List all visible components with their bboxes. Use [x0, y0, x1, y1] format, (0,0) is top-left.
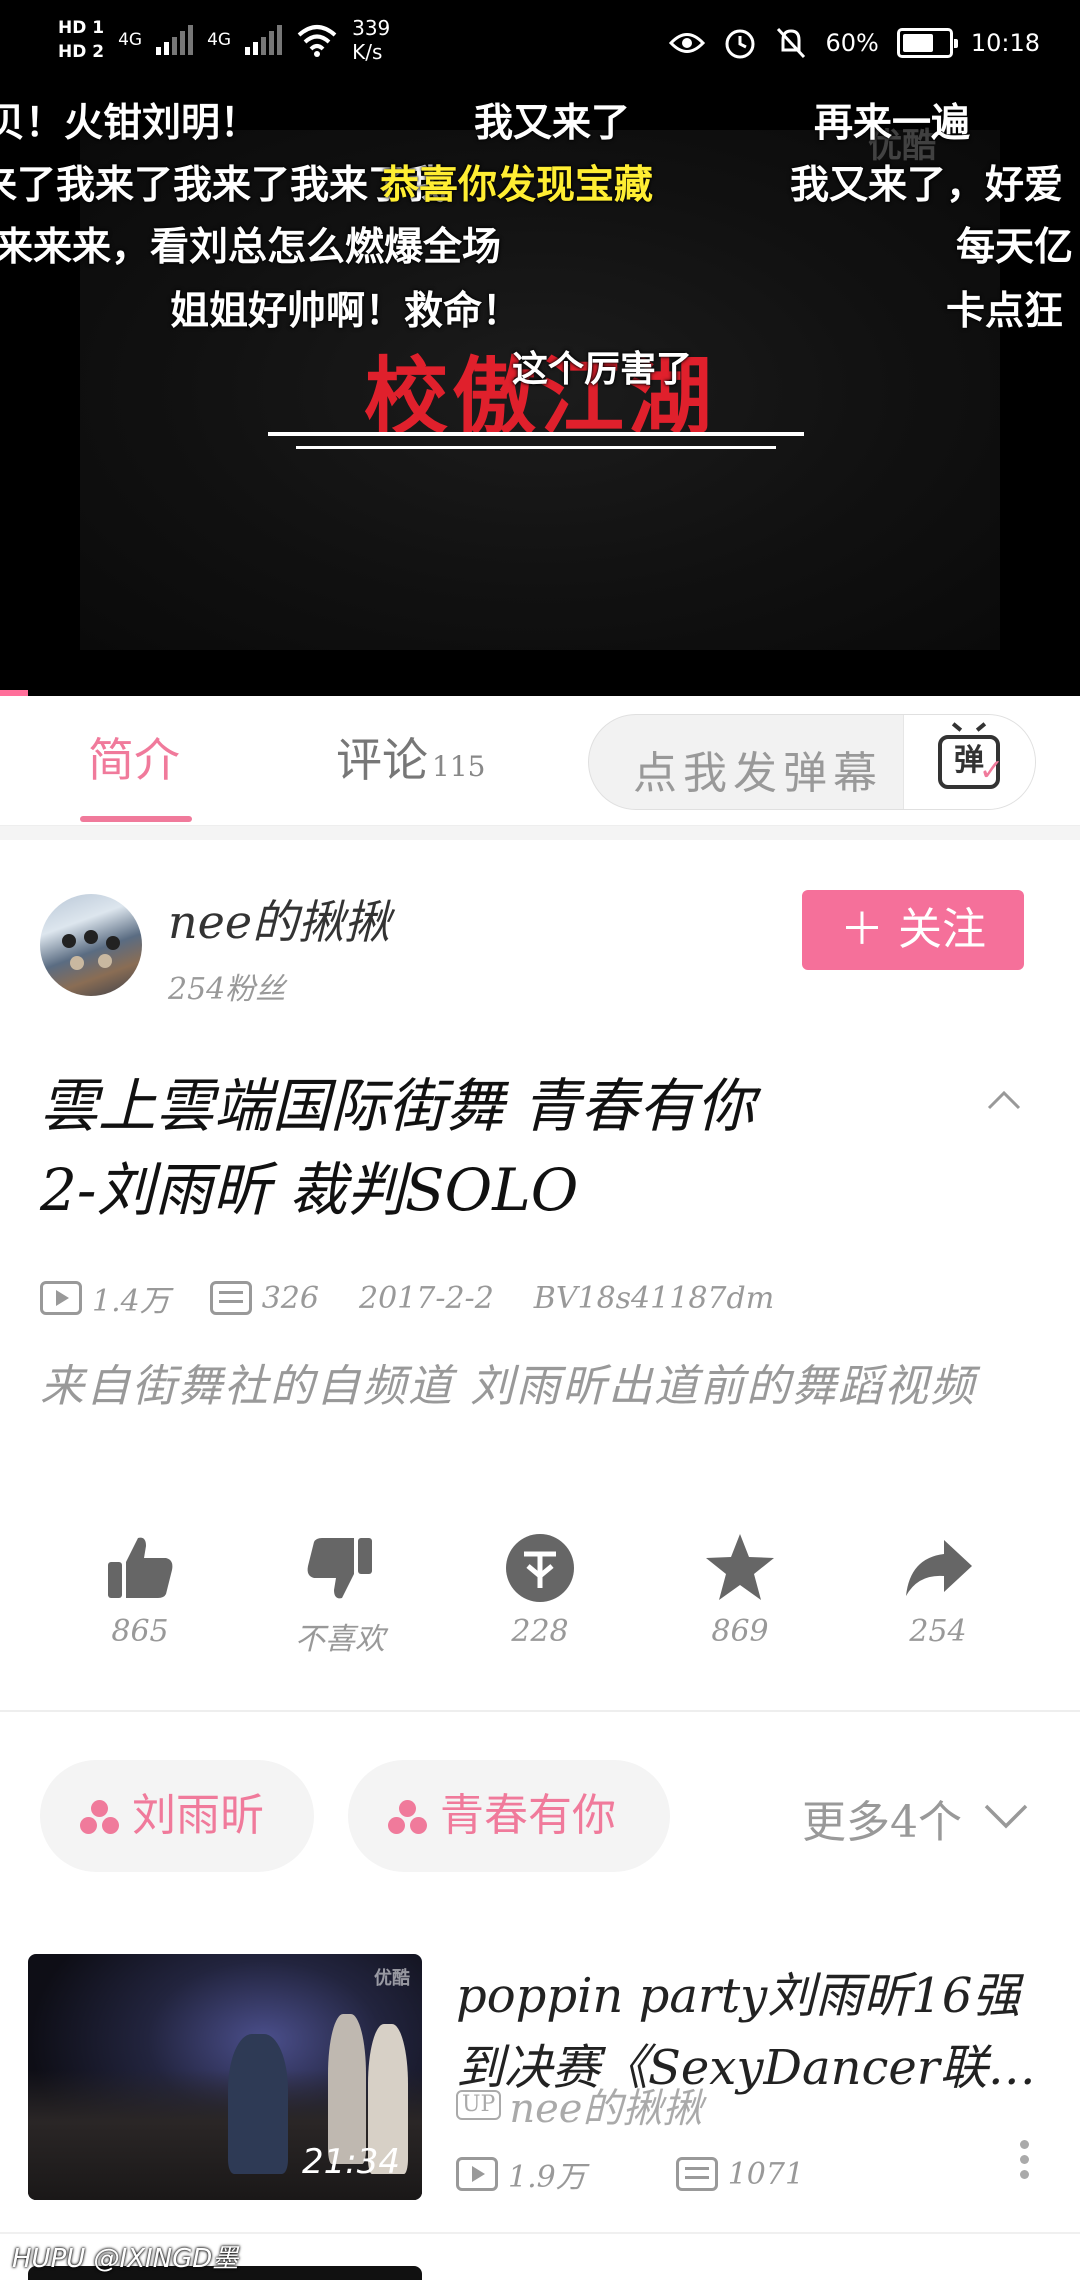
danmaku-input-placeholder: 点我发弹幕: [633, 748, 883, 799]
video-duration: 21:34: [302, 2142, 400, 2182]
coin-count: 228: [511, 1614, 569, 1649]
tag-label: 青春有你: [440, 1790, 616, 1841]
section-divider: [0, 826, 1080, 840]
section-divider: [0, 2232, 1080, 2234]
title-card-line: [296, 446, 776, 449]
uploader-name[interactable]: nee的揪揪: [168, 886, 390, 952]
tab-comments-label: 评论: [336, 733, 428, 787]
coin-button[interactable]: 228: [460, 1530, 620, 1649]
battery-icon: [896, 28, 958, 58]
danmaku-comment: 贝！火钳刘明！: [0, 101, 260, 146]
related-video-thumbnail[interactable]: 优酷 21:34: [28, 1954, 422, 2200]
tag-icon: [388, 1800, 428, 1834]
action-row: 865 不喜欢 228 869 254: [0, 1530, 1080, 1700]
tab-intro[interactable]: 简介: [88, 724, 180, 790]
video-player[interactable]: 优酷 校傲江湖 贝！火钳刘明！ 我又来了 再来一遍 来了我来了我来了我来了我 恭…: [0, 0, 1080, 696]
tag-label: 刘雨昕: [132, 1790, 264, 1841]
share-button[interactable]: 254: [858, 1530, 1018, 1649]
danmaku-comment: 恭喜你发现宝藏: [380, 163, 654, 208]
play-count-icon: [40, 1281, 82, 1315]
network-type: 4G: [118, 30, 143, 50]
related-danmaku-count: 1071: [727, 2156, 805, 2192]
more-options-icon[interactable]: [1020, 2140, 1032, 2188]
thumbs-down-icon: [307, 1538, 372, 1599]
uploader-fans: 254粉丝: [168, 972, 286, 1007]
thumbs-up-icon: [108, 1537, 173, 1598]
danmaku-comment: 再来一遍: [814, 101, 971, 146]
publish-date: 2017-2-2: [358, 1280, 494, 1316]
battery-percent: 60%: [825, 29, 879, 57]
bv-id: BV18s41187dm: [533, 1280, 775, 1316]
section-divider: [0, 1710, 1080, 1712]
video-description: 来自街舞社的自频道 刘雨昕出道前的舞蹈视频: [40, 1361, 976, 1412]
image-watermark: HUPU @IXINGD墨: [12, 2244, 239, 2274]
related-view-count: 1.9万: [508, 2160, 586, 2195]
dislike-label: 不喜欢: [295, 1622, 385, 1657]
tab-indicator: [80, 816, 192, 822]
follow-button[interactable]: ＋ 关注: [802, 890, 1024, 970]
chevron-up-icon[interactable]: [986, 1082, 1022, 1118]
net-speed: 339 K/s: [352, 16, 391, 64]
clock: 10:18: [970, 29, 1040, 57]
coin-icon: [506, 1534, 574, 1602]
danmaku-count-icon: [209, 1281, 252, 1315]
chevron-down-icon[interactable]: [982, 1792, 1030, 1840]
signal-icon: [156, 25, 194, 55]
eye-icon: [669, 33, 706, 53]
tag-icon: [80, 1800, 120, 1834]
status-bar: HD 1 HD 2 4G 4G 339 K/s 60% 10:18: [0, 0, 1080, 86]
video-meta: 1.4万 326 2017-2-2 BV18s41187dm: [40, 1276, 774, 1320]
danmaku-comment: 这个厉害了: [512, 349, 693, 390]
danmaku-comment: 来来来，看刘总怎么燃爆全场: [0, 225, 502, 270]
danmaku-comment: 我又来了，好爱: [790, 163, 1064, 208]
like-count: 865: [111, 1614, 169, 1649]
related-video-stats: 1.9万 1071: [456, 2152, 804, 2196]
like-button[interactable]: 865: [60, 1530, 220, 1649]
signal-icon: [245, 25, 283, 55]
thumbnail-watermark: 优酷: [374, 1968, 410, 1989]
video-title: 雲上雲端国际街舞 青春有你 2-刘雨昕 裁判SOLO: [40, 1072, 755, 1224]
up-badge: UP: [456, 2090, 502, 2120]
danmaku-tv-icon: 弹 ✓: [938, 735, 1004, 789]
danmaku-input[interactable]: 点我发弹幕 弹 ✓: [588, 714, 1036, 810]
play-count-icon: [456, 2157, 498, 2191]
view-count: 1.4万: [92, 1284, 170, 1319]
tab-comments[interactable]: 评论 115: [336, 724, 485, 790]
related-video-uploader: UP nee的揪揪: [456, 2076, 702, 2134]
avatar[interactable]: [40, 894, 142, 996]
danmaku-toggle-button[interactable]: 弹 ✓: [903, 715, 1035, 809]
danmaku-count-icon: [675, 2157, 718, 2191]
hd-indicator: HD 1 HD 2: [58, 18, 105, 62]
share-count: 254: [909, 1614, 967, 1649]
comment-count: 115: [432, 750, 486, 783]
danmaku-comment: 卡点狂: [946, 289, 1064, 334]
danmaku-count: 326: [261, 1280, 319, 1316]
alarm-icon: [725, 29, 755, 59]
favorite-count: 869: [711, 1614, 769, 1649]
wifi-icon: [297, 25, 337, 57]
dislike-button[interactable]: 不喜欢: [260, 1530, 420, 1658]
danmaku-comment: 姐姐好帅啊！救命！: [170, 289, 522, 334]
tag-chip[interactable]: 青春有你: [348, 1760, 670, 1872]
star-icon: [706, 1534, 774, 1600]
mute-bell-icon: [777, 27, 806, 59]
favorite-button[interactable]: 869: [660, 1530, 820, 1649]
related-uploader-name: nee的揪揪: [509, 2086, 703, 2132]
more-tags-button[interactable]: 更多4个: [802, 1786, 962, 1850]
danmaku-comment: 我又来了: [474, 101, 631, 146]
network-type: 4G: [207, 30, 232, 50]
danmaku-comment: 每天亿: [956, 225, 1074, 270]
title-card-line: [268, 432, 804, 436]
tag-chip[interactable]: 刘雨昕: [40, 1760, 314, 1872]
share-icon: [906, 1540, 972, 1596]
